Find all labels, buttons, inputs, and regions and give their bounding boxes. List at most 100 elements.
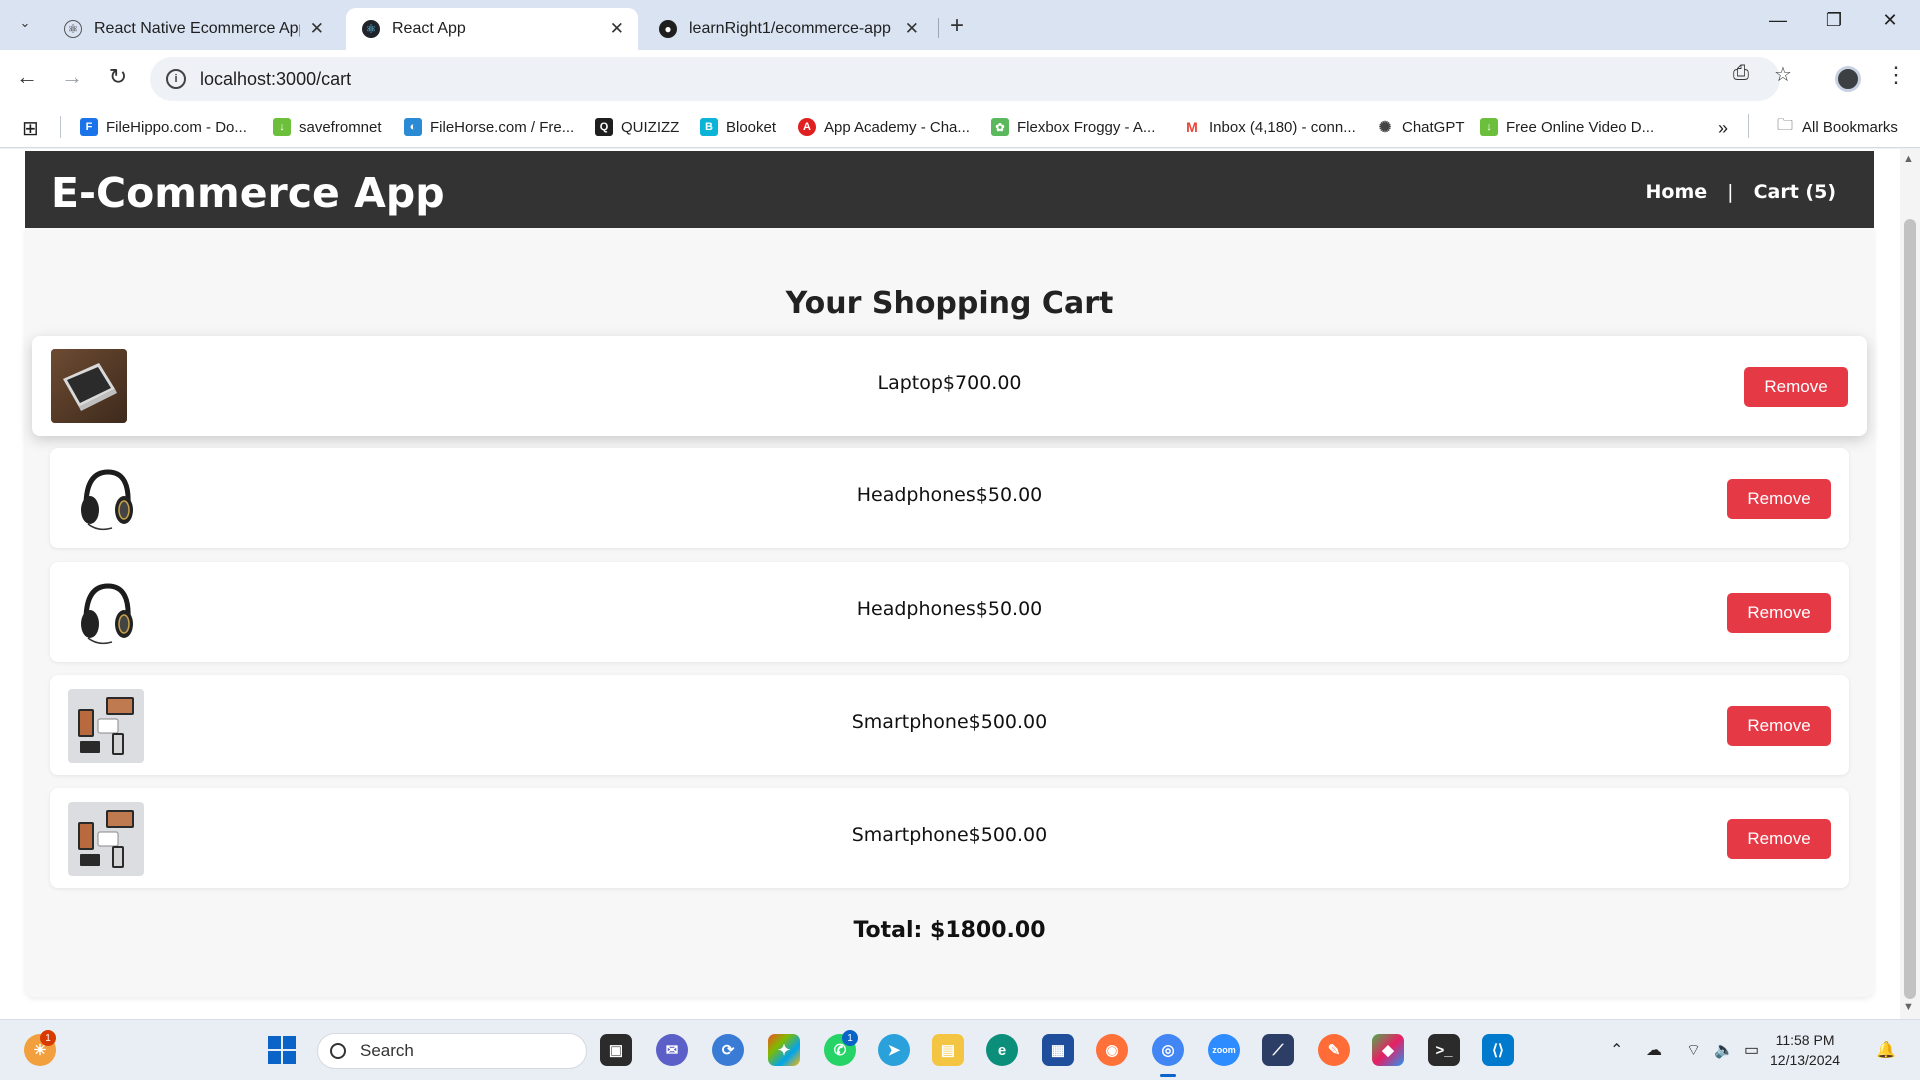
bookmark-savefromnet[interactable]: ↓ savefromnet bbox=[273, 118, 382, 136]
cart-item-text: Headphones$50.00 bbox=[856, 484, 1043, 506]
sql-server-icon[interactable]: ⟋ bbox=[1262, 1034, 1294, 1066]
zoom-icon[interactable]: zoom bbox=[1208, 1034, 1240, 1066]
tab-react-app[interactable]: ⚛ React App ✕ bbox=[346, 8, 638, 50]
cart-item-smartphone: Smartphone$500.00 Remove bbox=[50, 675, 1849, 775]
profile-avatar[interactable] bbox=[1835, 66, 1861, 92]
reload-button[interactable]: ↻ bbox=[103, 64, 133, 90]
tab-search-button[interactable]: ⌄ bbox=[12, 10, 38, 36]
close-icon[interactable]: ✕ bbox=[905, 19, 919, 39]
install-app-icon[interactable]: ⎙ bbox=[1733, 62, 1749, 85]
bookmarks-divider bbox=[1748, 114, 1749, 138]
frog-icon: ✿ bbox=[991, 118, 1009, 136]
close-icon[interactable]: ✕ bbox=[310, 19, 324, 39]
telegram-icon[interactable]: ➤ bbox=[878, 1034, 910, 1066]
forward-button[interactable]: → bbox=[57, 64, 87, 90]
restore-button[interactable]: ❐ bbox=[1814, 10, 1854, 31]
restore-icon: ❐ bbox=[1825, 10, 1843, 30]
nav-cart-link[interactable]: Cart (5) bbox=[1754, 181, 1836, 203]
onedrive-icon[interactable]: ☁ bbox=[1646, 1040, 1662, 1060]
bookmark-app-academy[interactable]: A App Academy - Cha... bbox=[798, 118, 970, 136]
tab-github-ecommerce-app[interactable]: ● learnRight1/ecommerce-app ✕ bbox=[643, 8, 933, 50]
blooket-icon: B bbox=[700, 118, 718, 136]
remove-button[interactable]: Remove bbox=[1727, 819, 1831, 859]
remove-button[interactable]: Remove bbox=[1727, 706, 1831, 746]
bookmark-flexbox-froggy[interactable]: ✿ Flexbox Froggy - A... bbox=[991, 118, 1155, 136]
url-text[interactable]: localhost:3000/cart bbox=[200, 69, 351, 90]
download-arrow-icon: ↓ bbox=[273, 118, 291, 136]
react-icon: ⚛ bbox=[64, 20, 82, 38]
bookmarks-bar: ⊞ F FileHippo.com - Do... ↓ savefromnet … bbox=[0, 108, 1920, 148]
bookmarks-separator bbox=[60, 116, 61, 138]
gmail-icon: M bbox=[1183, 118, 1201, 136]
app-title: E-Commerce App bbox=[51, 169, 445, 217]
remove-button[interactable]: Remove bbox=[1727, 593, 1831, 633]
apps-grid-icon[interactable]: ⊞ bbox=[22, 116, 39, 141]
arrow-left-icon: ← bbox=[16, 64, 38, 89]
whatsapp-badge: 1 bbox=[842, 1030, 858, 1046]
remove-button[interactable]: Remove bbox=[1727, 479, 1831, 519]
github-icon: ● bbox=[659, 20, 677, 38]
battery-icon[interactable]: ▭ bbox=[1744, 1040, 1759, 1060]
address-bar[interactable]: i localhost:3000/cart bbox=[150, 57, 1780, 101]
plus-icon: + bbox=[950, 12, 965, 39]
browser-tab-bar: ⌄ ⚛ React Native Ecommerce App ✕ ⚛ React… bbox=[0, 0, 1920, 50]
scroll-up-icon[interactable]: ▲ bbox=[1903, 153, 1914, 165]
all-bookmarks-button[interactable]: 🗀 All Bookmarks bbox=[1776, 116, 1898, 136]
terminal-icon[interactable]: >_ bbox=[1428, 1034, 1460, 1066]
bookmark-chatgpt[interactable]: ✺ ChatGPT bbox=[1376, 118, 1465, 136]
cart-item-text: Smartphone$500.00 bbox=[851, 824, 1048, 846]
cart-item-smartphone: Smartphone$500.00 Remove bbox=[50, 788, 1849, 888]
store-icon[interactable]: ▦ bbox=[1042, 1034, 1074, 1066]
more-vertical-icon: ⋮ bbox=[1885, 62, 1907, 87]
scroll-down-icon[interactable]: ▼ bbox=[1903, 1001, 1914, 1013]
bookmark-filehippo[interactable]: F FileHippo.com - Do... bbox=[80, 118, 247, 136]
windows-start-icon[interactable] bbox=[266, 1034, 298, 1066]
close-icon: ✕ bbox=[1882, 10, 1898, 30]
close-icon[interactable]: ✕ bbox=[610, 19, 624, 39]
tab-react-native-ecommerce[interactable]: ⚛ React Native Ecommerce App ✕ bbox=[48, 8, 338, 50]
taskbar-search[interactable]: Search bbox=[317, 1033, 587, 1069]
firefox-icon[interactable]: ◉ bbox=[1096, 1034, 1128, 1066]
copilot-icon[interactable]: ✦ bbox=[768, 1034, 800, 1066]
show-hidden-icons[interactable]: ⌃ bbox=[1610, 1040, 1623, 1060]
chat-icon[interactable]: ✉ bbox=[656, 1034, 688, 1066]
filehorse-icon: ◐ bbox=[404, 118, 422, 136]
folder-icon: 🗀 bbox=[1776, 116, 1793, 134]
vscode-icon[interactable]: ⟨⟩ bbox=[1482, 1034, 1514, 1066]
star-icon[interactable]: ☆ bbox=[1774, 62, 1792, 87]
nav-home-link[interactable]: Home bbox=[1646, 181, 1708, 203]
gitkraken-icon[interactable]: ◆ bbox=[1372, 1034, 1404, 1066]
page-viewport: E-Commerce App Home | Cart (5) Your Shop… bbox=[0, 149, 1900, 1019]
bookmark-blooket[interactable]: B Blooket bbox=[700, 118, 776, 136]
bookmark-gmail-inbox[interactable]: M Inbox (4,180) - conn... bbox=[1183, 118, 1356, 136]
filehippo-icon: F bbox=[80, 118, 98, 136]
edge-sync-icon[interactable]: ⟳ bbox=[712, 1034, 744, 1066]
remove-button[interactable]: Remove bbox=[1744, 367, 1848, 407]
task-view-icon[interactable]: ▣ bbox=[600, 1034, 632, 1066]
new-tab-button[interactable]: + bbox=[950, 12, 964, 40]
volume-icon[interactable]: 🔈 bbox=[1714, 1040, 1734, 1060]
edge-icon[interactable]: e bbox=[986, 1034, 1018, 1066]
site-info-icon[interactable]: i bbox=[166, 69, 186, 89]
more-bookmarks-icon[interactable]: » bbox=[1718, 118, 1728, 139]
notifications-icon[interactable]: 🔔 bbox=[1876, 1040, 1896, 1060]
postman-icon[interactable]: ✎ bbox=[1318, 1034, 1350, 1066]
bookmark-free-online-video[interactable]: ↓ Free Online Video D... bbox=[1480, 118, 1654, 136]
scroll-thumb[interactable] bbox=[1904, 219, 1916, 999]
browser-menu-button[interactable]: ⋮ bbox=[1885, 62, 1907, 88]
cart-item-text: Laptop$700.00 bbox=[877, 372, 1022, 394]
wifi-icon[interactable]: ⌔ bbox=[1686, 1040, 1701, 1060]
minimize-button[interactable]: — bbox=[1758, 10, 1798, 31]
page-scrollbar[interactable]: ▲ ▼ bbox=[1900, 149, 1920, 1019]
app-nav: Home | Cart (5) bbox=[1646, 181, 1836, 203]
back-button[interactable]: ← bbox=[12, 64, 42, 90]
taskbar-clock[interactable]: 11:58 PM 12/13/2024 bbox=[1770, 1030, 1840, 1070]
app-academy-icon: A bbox=[798, 118, 816, 136]
weather-badge: 1 bbox=[40, 1030, 56, 1046]
file-explorer-icon[interactable]: ▤ bbox=[932, 1034, 964, 1066]
chrome-icon[interactable]: ◎ bbox=[1152, 1034, 1184, 1066]
bookmark-filehorse[interactable]: ◐ FileHorse.com / Fre... bbox=[404, 118, 574, 136]
react-icon: ⚛ bbox=[362, 20, 380, 38]
close-window-button[interactable]: ✕ bbox=[1870, 10, 1910, 31]
bookmark-quizizz[interactable]: Q QUIZIZZ bbox=[595, 118, 679, 136]
